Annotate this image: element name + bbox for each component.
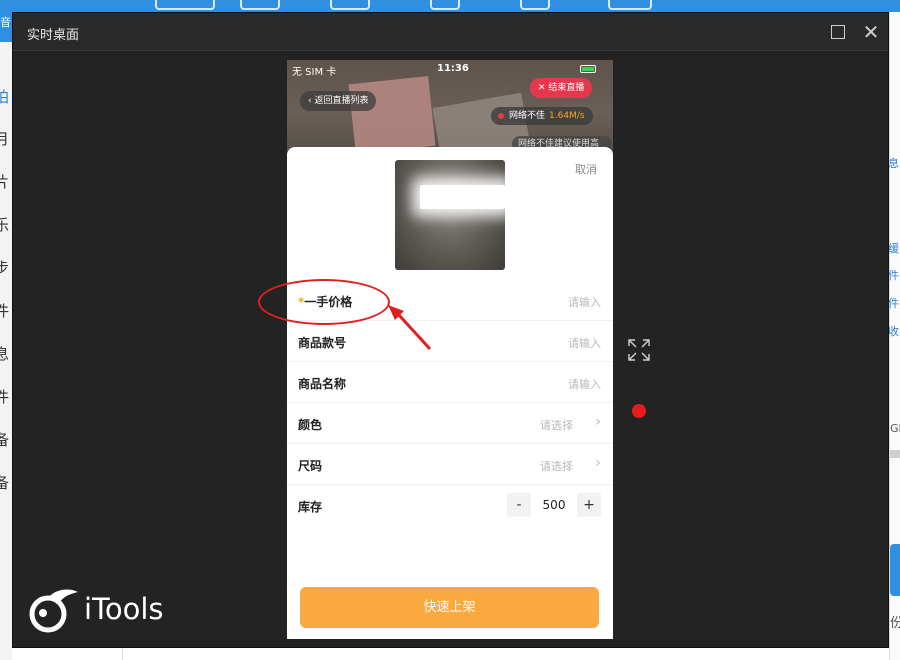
back-to-live-list-button[interactable]: ‹ 返回直播列表 bbox=[300, 91, 377, 111]
style-number-input[interactable]: 请输入 bbox=[568, 335, 601, 351]
right-panel-link[interactable]: 件 bbox=[888, 295, 900, 311]
sidebar-item[interactable]: 拍 bbox=[0, 86, 12, 107]
divider bbox=[122, 648, 123, 660]
phone-status-bar: 无 SIM 卡 11:36 bbox=[287, 60, 613, 78]
size-label: 尺码 bbox=[298, 459, 323, 473]
stock-value[interactable]: 500 bbox=[531, 493, 577, 517]
sidebar-item[interactable]: 件 bbox=[0, 386, 12, 407]
size-field-row[interactable]: 尺码 请选择 › bbox=[287, 444, 613, 485]
right-panel-link[interactable]: 缓 bbox=[888, 240, 900, 256]
product-name-label: 商品名称 bbox=[298, 377, 347, 391]
sidebar-item[interactable]: 件 bbox=[0, 300, 12, 321]
chevron-right-icon: › bbox=[595, 414, 601, 430]
stock-field-row: 库存 - 500 + bbox=[287, 485, 613, 526]
right-panel-link[interactable]: 收 bbox=[888, 323, 900, 339]
style-number-field-row[interactable]: 商品款号 请输入 bbox=[287, 321, 613, 362]
right-panel-button[interactable] bbox=[890, 544, 900, 596]
annotation-ellipse bbox=[258, 279, 390, 325]
toolbar-icon[interactable] bbox=[520, 0, 550, 10]
toolbar-icon[interactable] bbox=[155, 0, 215, 10]
sidebar-item[interactable]: 乐 bbox=[0, 214, 12, 235]
record-indicator[interactable] bbox=[632, 404, 646, 418]
price-input[interactable]: 请输入 bbox=[568, 294, 601, 310]
status-time: 11:36 bbox=[437, 63, 469, 74]
background-sidebar: 音 拍 月 片 乐 步 件 息 件 备 备 bbox=[0, 12, 12, 660]
network-dot-icon bbox=[498, 113, 504, 119]
network-status-label: 网络不佳 bbox=[509, 111, 546, 121]
sidebar-item[interactable]: 片 bbox=[0, 171, 12, 192]
network-speed: 1.64M/s bbox=[549, 111, 585, 121]
product-name-field-row[interactable]: 商品名称 请输入 bbox=[287, 362, 613, 403]
quick-list-button[interactable]: 快速上架 bbox=[300, 587, 599, 628]
itools-logo: iTools bbox=[26, 582, 186, 638]
background-right-panel: 息 缓 件 件 收 GB 份 bbox=[888, 12, 900, 660]
end-live-label: 结束直播 bbox=[548, 83, 585, 93]
network-status-badge: 网络不佳 1.64M/s bbox=[491, 107, 593, 125]
toolbar-icon[interactable] bbox=[608, 0, 652, 10]
expand-icon[interactable] bbox=[628, 339, 650, 361]
close-icon[interactable]: ✕ bbox=[861, 22, 881, 42]
window-title: 实时桌面 bbox=[27, 28, 80, 43]
phone-screen: 无 SIM 卡 11:36 ‹ 返回直播列表 ✕ 结束直播 网络不佳 1.64M/… bbox=[287, 60, 613, 639]
sidebar-item[interactable]: 步 bbox=[0, 257, 12, 278]
add-product-sheet: 取消 *一手价格 请输入 商品款号 请输入 商品名称 请输入 颜色 请选择 › … bbox=[287, 147, 613, 639]
color-select[interactable]: 请选择 bbox=[540, 417, 573, 433]
toolbar-icon[interactable] bbox=[330, 0, 370, 10]
itools-logo-icon bbox=[29, 589, 78, 633]
stock-stepper: - 500 + bbox=[507, 493, 601, 517]
chevron-right-icon: › bbox=[595, 455, 601, 471]
maximize-icon[interactable] bbox=[831, 25, 845, 39]
right-panel-link[interactable]: 件 bbox=[888, 267, 900, 283]
decrement-button[interactable]: - bbox=[507, 493, 531, 517]
background-app-toolbar bbox=[0, 0, 900, 12]
sidebar-item[interactable]: 备 bbox=[0, 472, 12, 493]
itools-logo-text: iTools bbox=[84, 592, 164, 626]
sidebar-item[interactable]: 月 bbox=[0, 128, 12, 149]
back-button-label: 返回直播列表 bbox=[314, 96, 369, 106]
sidebar-header: 音 bbox=[0, 12, 12, 42]
sidebar-item[interactable]: 息 bbox=[0, 343, 12, 364]
sidebar-item[interactable]: 备 bbox=[0, 429, 12, 450]
storage-bar bbox=[890, 450, 900, 458]
toolbar-icon[interactable] bbox=[240, 0, 280, 10]
color-label: 颜色 bbox=[298, 418, 323, 432]
carrier-label: 无 SIM 卡 bbox=[292, 67, 337, 78]
storage-label: GB bbox=[890, 422, 900, 435]
window-titlebar[interactable]: 实时桌面 ✕ bbox=[13, 13, 888, 51]
right-panel-label: 份 bbox=[890, 616, 900, 631]
color-field-row[interactable]: 颜色 请选择 › bbox=[287, 403, 613, 444]
camera-object bbox=[348, 76, 436, 154]
stock-label: 库存 bbox=[298, 500, 323, 514]
style-number-label: 商品款号 bbox=[298, 336, 347, 350]
size-select[interactable]: 请选择 bbox=[540, 458, 573, 474]
cancel-button[interactable]: 取消 bbox=[575, 161, 597, 177]
battery-icon bbox=[580, 65, 596, 73]
right-panel-link[interactable]: 息 bbox=[888, 155, 900, 171]
product-image[interactable] bbox=[395, 160, 505, 270]
product-name-input[interactable]: 请输入 bbox=[568, 376, 601, 392]
toolbar-icon[interactable] bbox=[430, 0, 460, 10]
end-live-button[interactable]: ✕ 结束直播 bbox=[530, 78, 593, 98]
increment-button[interactable]: + bbox=[577, 493, 601, 517]
